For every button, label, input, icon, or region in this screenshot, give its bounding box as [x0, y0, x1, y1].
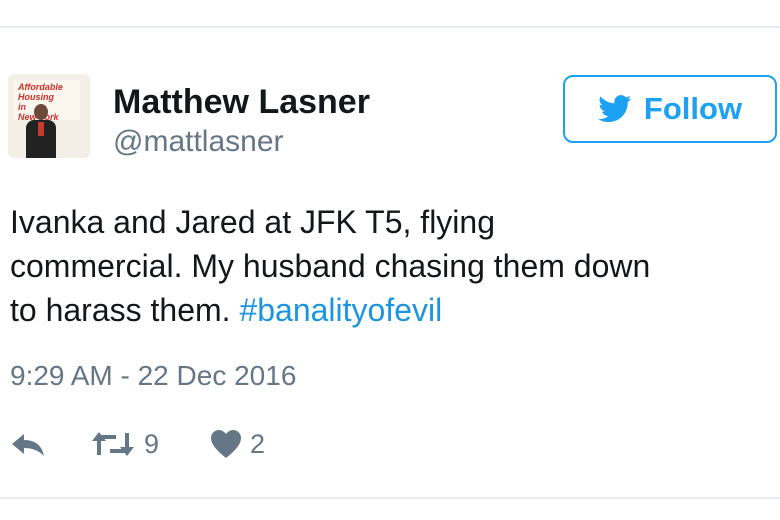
- tweet-line-1: Ivanka and Jared at JFK T5, flying: [10, 204, 495, 240]
- bottom-divider: [0, 497, 780, 499]
- top-divider: [0, 26, 780, 28]
- avatar-person: [26, 104, 56, 158]
- tweet-line-3: to harass them. #banalityofevil: [10, 288, 770, 332]
- follow-label: Follow: [643, 91, 743, 126]
- tweet-timestamp[interactable]: 9:29 AM - 22 Dec 2016: [10, 358, 296, 394]
- user-handle[interactable]: @mattlasner: [113, 124, 284, 160]
- retweet-icon: [92, 432, 134, 456]
- reply-button[interactable]: [10, 424, 46, 464]
- hashtag-link[interactable]: #banalityofevil: [239, 292, 442, 328]
- avatar-person-head: [34, 104, 48, 120]
- avatar[interactable]: Affordable Housing in New York: [8, 74, 90, 158]
- follow-button[interactable]: Follow: [563, 75, 777, 143]
- tweet-line-2: commercial. My husband chasing them down: [10, 248, 651, 284]
- user-name[interactable]: Matthew Lasner: [113, 82, 370, 122]
- twitter-bird-icon: [598, 95, 632, 123]
- tweet-text: Ivanka and Jared at JFK T5, flying comme…: [10, 200, 770, 332]
- tweet-line-3-text: to harass them.: [10, 292, 240, 328]
- tweet-card: Affordable Housing in New York Matthew L…: [0, 0, 780, 520]
- avatar-person-tie: [38, 122, 44, 136]
- tweet-actions: 9 2: [10, 424, 410, 464]
- like-button[interactable]: 2: [210, 424, 265, 464]
- like-count: 2: [250, 429, 266, 459]
- retweet-button[interactable]: 9: [90, 424, 159, 464]
- reply-icon: [12, 434, 44, 456]
- heart-icon: [211, 430, 241, 458]
- retweet-count: 9: [144, 429, 160, 459]
